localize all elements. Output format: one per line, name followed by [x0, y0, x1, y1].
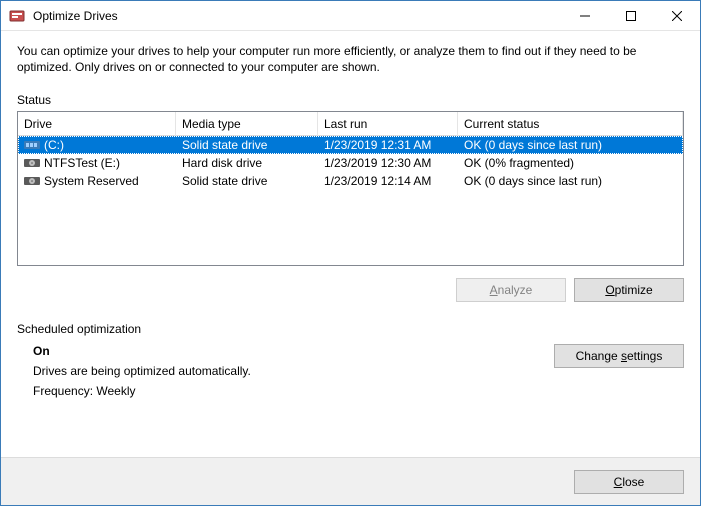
content-area: You can optimize your drives to help you… [1, 31, 700, 404]
optimize-button[interactable]: Optimize [574, 278, 684, 302]
col-header-status[interactable]: Current status [458, 112, 683, 136]
drive-name: (C:) [44, 138, 64, 152]
hdd-drive-icon [24, 175, 40, 187]
schedule-section: Scheduled optimization On Drives are bei… [17, 322, 684, 404]
table-row[interactable]: NTFSTest (E:) Hard disk drive1/23/2019 12… [18, 154, 683, 172]
close-window-button[interactable] [654, 1, 700, 31]
drive-status: OK (0 days since last run) [458, 138, 683, 152]
drive-last-run: 1/23/2019 12:30 AM [318, 156, 458, 170]
bottom-bar: Close [1, 457, 700, 505]
drive-last-run: 1/23/2019 12:14 AM [318, 174, 458, 188]
minimize-button[interactable] [562, 1, 608, 31]
ssd-drive-icon [24, 139, 40, 151]
col-header-media[interactable]: Media type [176, 112, 318, 136]
col-header-last[interactable]: Last run [318, 112, 458, 136]
hdd-drive-icon [24, 157, 40, 169]
schedule-state: On [33, 344, 554, 358]
analyze-button: Analyze [456, 278, 566, 302]
schedule-freq: Frequency: Weekly [33, 384, 554, 398]
status-label: Status [17, 93, 684, 107]
drive-media: Hard disk drive [176, 156, 318, 170]
drive-media: Solid state drive [176, 174, 318, 188]
intro-text: You can optimize your drives to help you… [17, 43, 684, 75]
table-row[interactable]: (C:) Solid state drive1/23/2019 12:31 AMO… [18, 136, 683, 154]
change-settings-button[interactable]: Change settings [554, 344, 684, 368]
maximize-button[interactable] [608, 1, 654, 31]
drive-status: OK (0 days since last run) [458, 174, 683, 188]
drive-name: System Reserved [44, 174, 139, 188]
drive-list[interactable]: Drive Media type Last run Current status… [17, 111, 684, 266]
app-icon [9, 8, 25, 24]
list-header: Drive Media type Last run Current status [18, 112, 683, 136]
schedule-desc: Drives are being optimized automatically… [33, 364, 554, 378]
drive-last-run: 1/23/2019 12:31 AM [318, 138, 458, 152]
titlebar: Optimize Drives [1, 1, 700, 31]
drive-name: NTFSTest (E:) [44, 156, 120, 170]
col-header-drive[interactable]: Drive [18, 112, 176, 136]
window-title: Optimize Drives [33, 1, 562, 31]
status-buttons: Analyze Optimize [17, 278, 684, 302]
schedule-label: Scheduled optimization [17, 322, 684, 336]
drive-media: Solid state drive [176, 138, 318, 152]
schedule-text: On Drives are being optimized automatica… [17, 344, 554, 404]
table-row[interactable]: System Reserved Solid state drive1/23/201… [18, 172, 683, 190]
close-button[interactable]: Close [574, 470, 684, 494]
drive-status: OK (0% fragmented) [458, 156, 683, 170]
